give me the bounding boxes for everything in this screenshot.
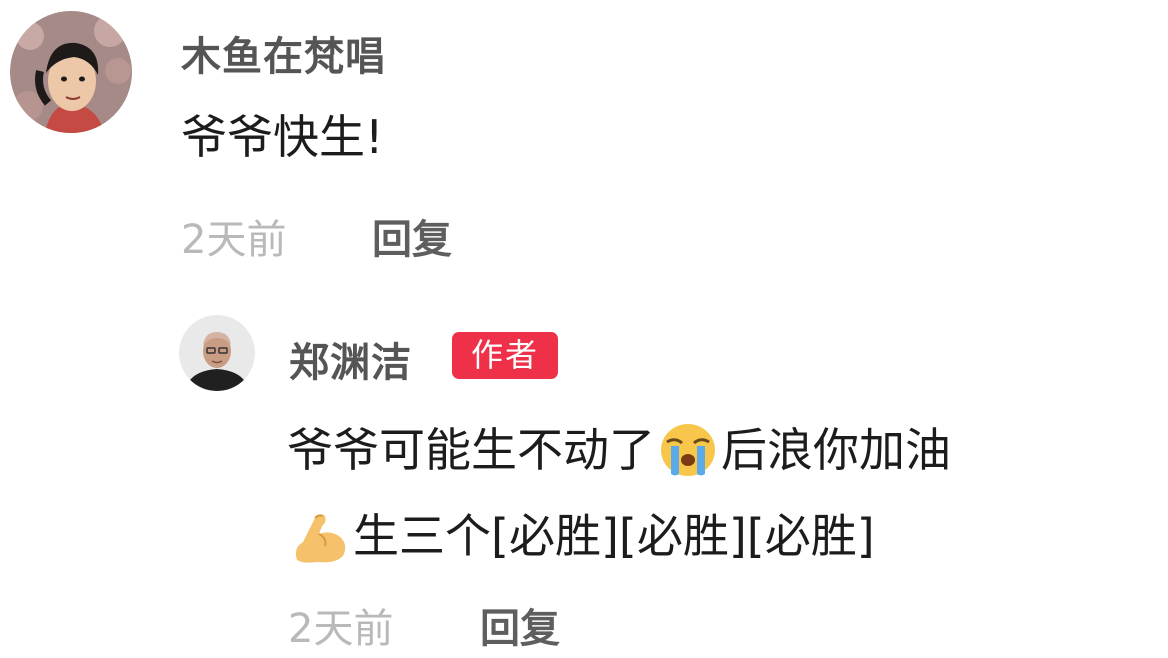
reply-button[interactable]: 回复 bbox=[372, 220, 452, 260]
comment-time: 2天前 bbox=[181, 217, 287, 263]
reply-text-part-2: 后浪你加油 bbox=[721, 423, 951, 477]
cartoon-avatar-icon bbox=[10, 11, 132, 133]
comment-thread: 木鱼在梵唱 爷爷快生! 2天前 回复 郑渊洁 作者 爷爷可能生不动了 后浪你加油 bbox=[0, 0, 1168, 658]
reply-button-2[interactable]: 回复 bbox=[480, 609, 560, 649]
user-avatar[interactable] bbox=[10, 11, 132, 133]
flexed-biceps-icon bbox=[289, 508, 351, 571]
reply-text-part-3: 生三个[必胜][必胜][必胜] bbox=[353, 509, 875, 563]
crying-face-icon bbox=[657, 422, 719, 485]
comment-text: 爷爷快生! bbox=[181, 110, 384, 164]
author-avatar[interactable] bbox=[179, 315, 255, 391]
author-username[interactable]: 郑渊洁 bbox=[289, 330, 412, 388]
reply-text-line-2: 生三个[必胜][必胜][必胜] bbox=[287, 508, 875, 571]
reply-text-line-1: 爷爷可能生不动了 后浪你加油 bbox=[287, 422, 951, 485]
reply-text-part-1: 爷爷可能生不动了 bbox=[287, 423, 655, 477]
author-badge: 作者 bbox=[452, 332, 558, 379]
comment-username[interactable]: 木鱼在梵唱 bbox=[181, 24, 386, 82]
man-photo-avatar-icon bbox=[179, 315, 255, 391]
reply-time: 2天前 bbox=[288, 606, 394, 652]
